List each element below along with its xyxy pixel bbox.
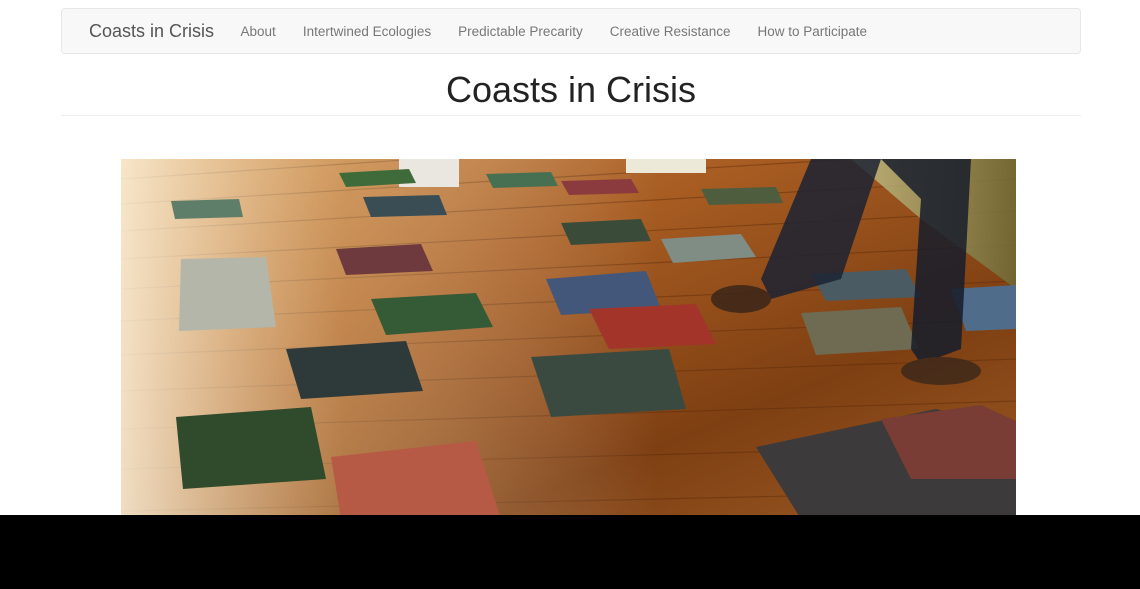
nav-link-how-to-participate[interactable]: How to Participate [744, 24, 881, 39]
page: Coasts in Crisis About Intertwined Ecolo… [0, 0, 1140, 589]
hero-image [121, 159, 1016, 519]
hero-photo-illustration [121, 159, 1016, 519]
navbar-brand[interactable]: Coasts in Crisis [89, 21, 214, 42]
nav-link-predictable-precarity[interactable]: Predictable Precarity [445, 24, 597, 39]
nav-link-intertwined-ecologies[interactable]: Intertwined Ecologies [289, 24, 444, 39]
nav-link-about[interactable]: About [227, 24, 289, 39]
black-overlay-bar [0, 515, 1140, 589]
page-title: Coasts in Crisis [445, 69, 697, 110]
nav-links: About Intertwined Ecologies Predictable … [227, 24, 881, 39]
title-divider [61, 115, 1081, 116]
nav-link-creative-resistance[interactable]: Creative Resistance [596, 24, 744, 39]
navbar: Coasts in Crisis About Intertwined Ecolo… [61, 8, 1081, 54]
